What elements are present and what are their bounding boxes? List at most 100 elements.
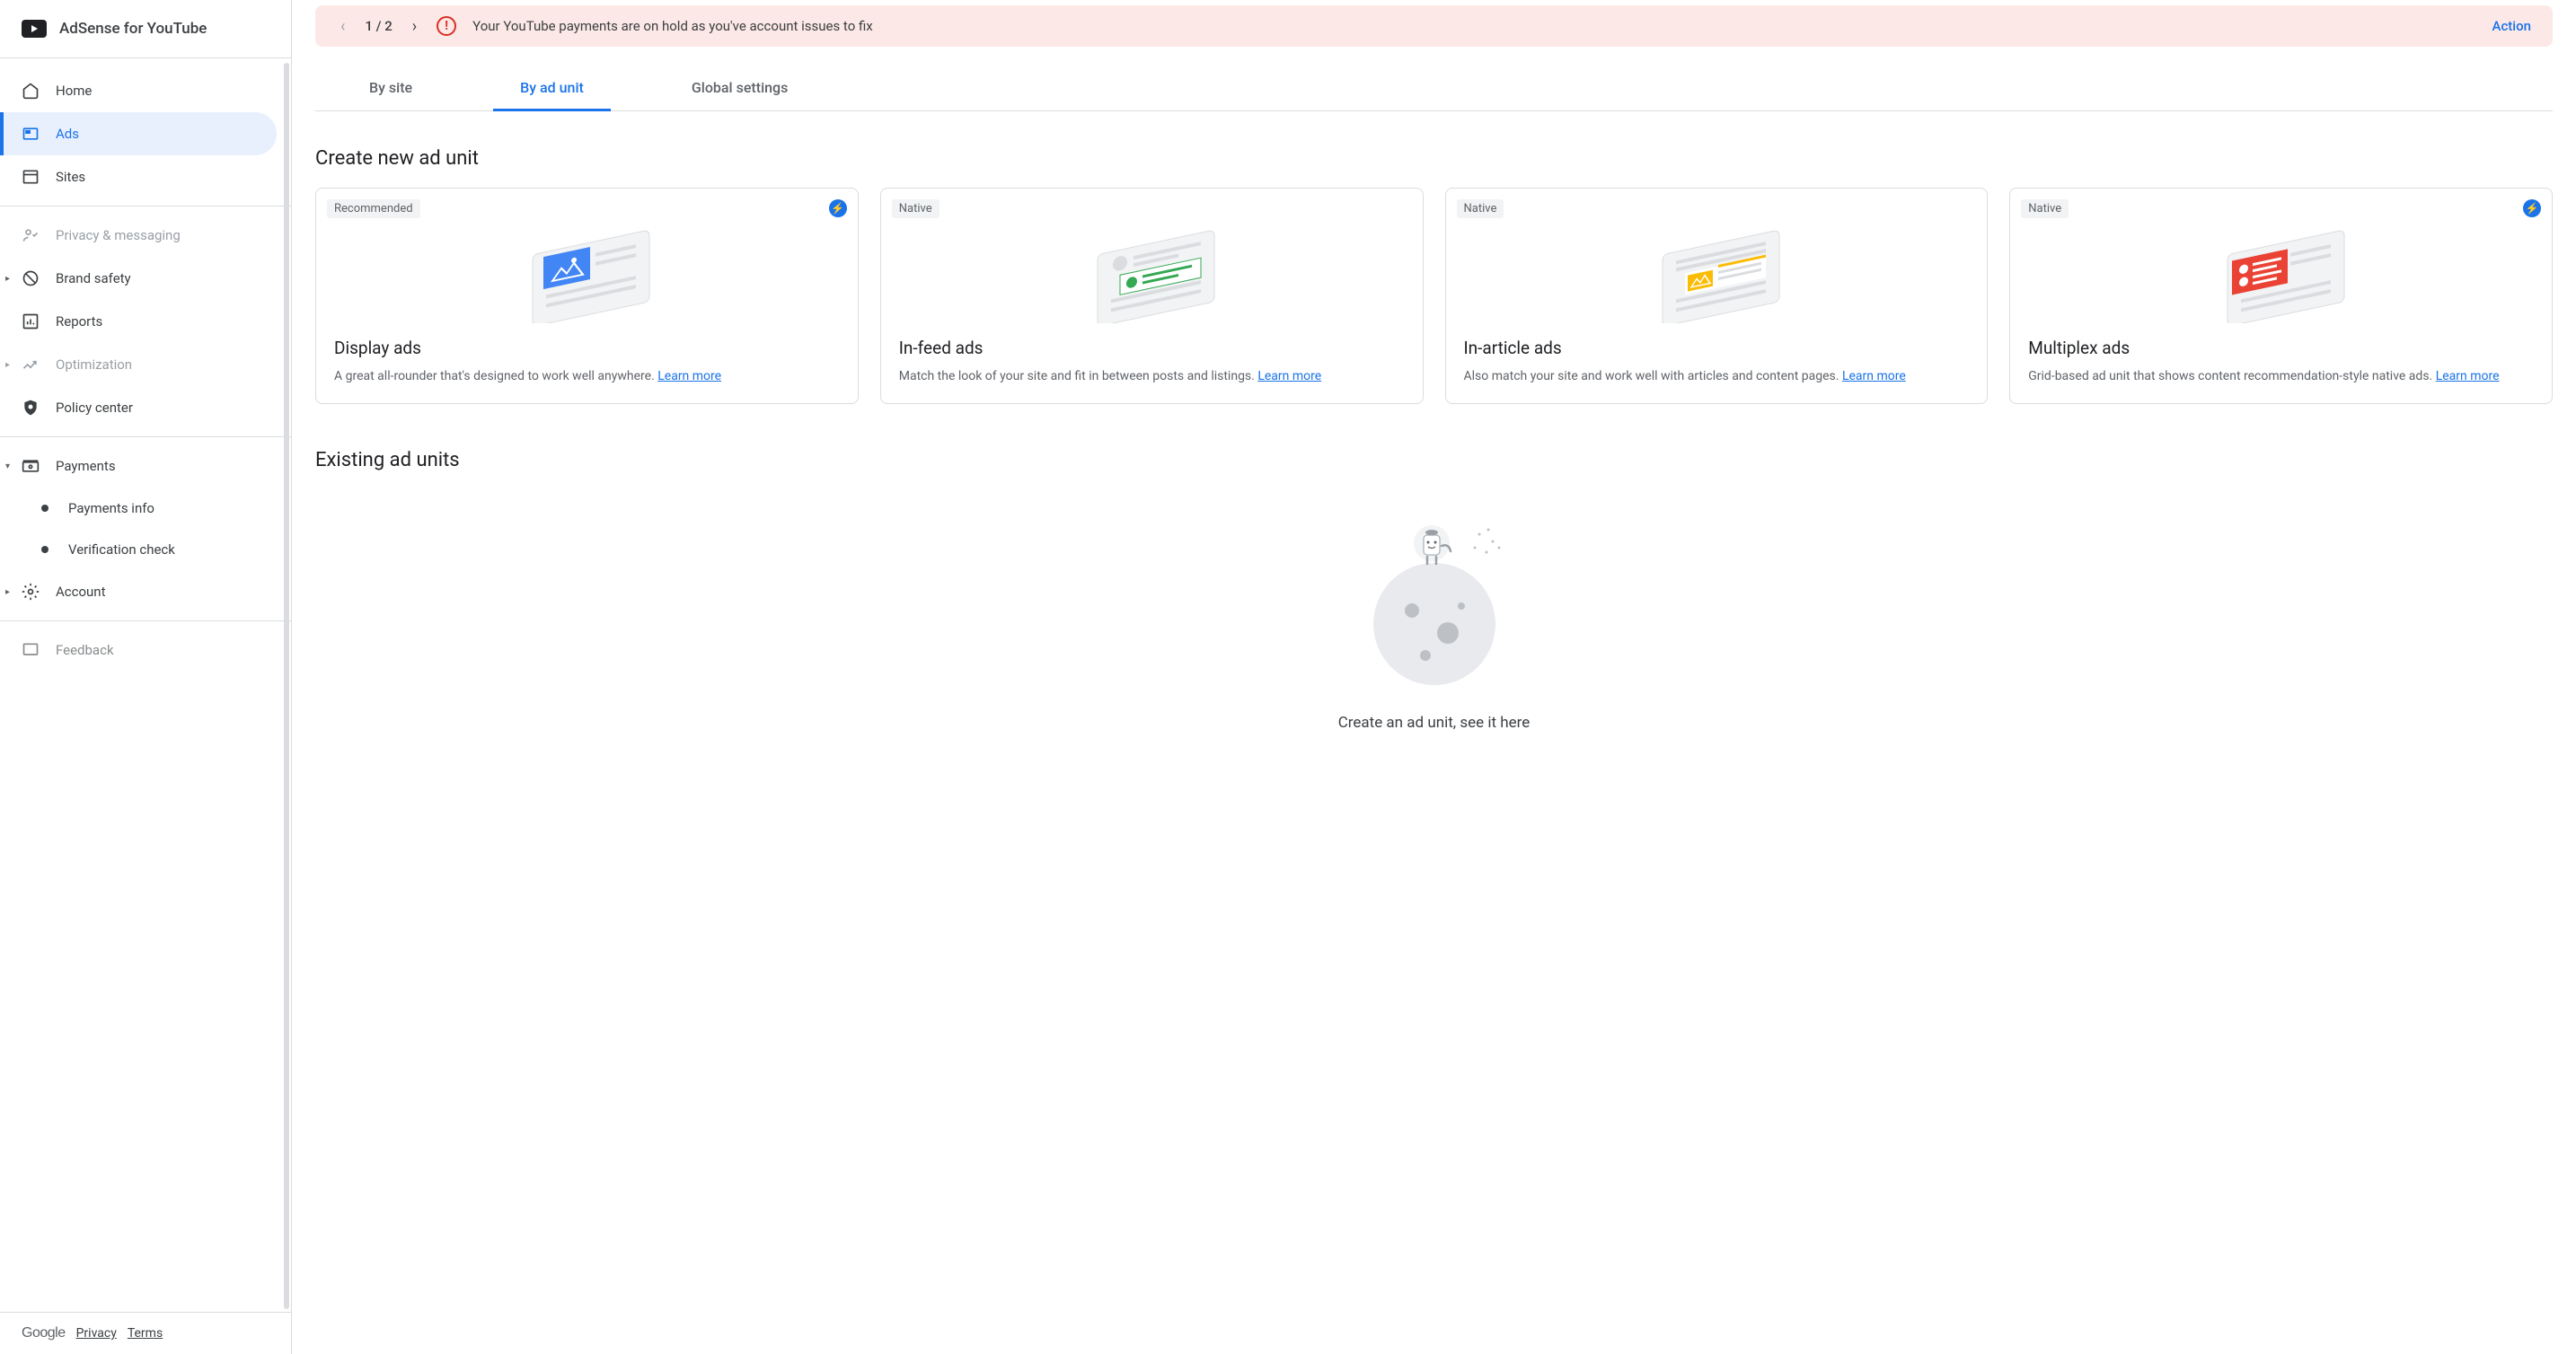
sidebar-item-reports[interactable]: Reports <box>0 300 291 343</box>
card-badge: Native <box>2021 199 2069 218</box>
caret-right-icon: ▸ <box>5 360 10 370</box>
create-section-title: Create new ad unit <box>315 147 2553 170</box>
sidebar-item-feedback[interactable]: Feedback <box>0 629 291 672</box>
sidebar-item-home[interactable]: Home <box>0 69 291 112</box>
card-multiplex-ads[interactable]: Native ⚡ Multiplex ads Grid-based ad uni… <box>2009 188 2553 404</box>
sidebar-item-label: Optimization <box>56 356 132 373</box>
sidebar-item-label: Home <box>56 83 92 99</box>
tabs: By site By ad unit Global settings <box>315 65 2553 111</box>
app-title: AdSense for YouTube <box>59 20 207 38</box>
learn-more-link[interactable]: Learn more <box>1257 369 1321 383</box>
card-desc: Match the look of your site and fit in b… <box>899 367 1405 385</box>
bullet-icon <box>41 505 49 512</box>
shield-icon <box>22 399 40 417</box>
card-title: In-article ads <box>1464 338 1970 358</box>
reports-icon <box>22 312 40 330</box>
sidebar-item-ads[interactable]: Ads <box>0 112 277 155</box>
ads-icon <box>22 125 40 143</box>
privacy-icon <box>22 226 40 244</box>
learn-more-link[interactable]: Learn more <box>2436 369 2500 383</box>
alert-banner: ‹ 1 / 2 › ! Your YouTube payments are on… <box>315 5 2553 47</box>
amp-icon: ⚡ <box>829 199 847 217</box>
caret-right-icon: ▸ <box>5 274 10 284</box>
sidebar-item-label: Feedback <box>56 642 114 658</box>
card-badge: Native <box>1457 199 1504 218</box>
sidebar-item-account[interactable]: ▸ Account <box>0 570 291 613</box>
sidebar-item-verification[interactable]: Verification check <box>0 529 291 570</box>
card-infeed-ads[interactable]: Native In-feed ads Match the look of you… <box>880 188 1424 404</box>
card-display-ads[interactable]: Recommended ⚡ Display ads A great all-ro… <box>315 188 859 404</box>
learn-more-link[interactable]: Learn more <box>1842 369 1906 383</box>
terms-link[interactable]: Terms <box>128 1326 163 1341</box>
sidebar-item-brand-safety[interactable]: ▸ Brand safety <box>0 257 291 300</box>
sidebar-item-payments-info[interactable]: Payments info <box>0 488 291 529</box>
feedback-icon <box>22 641 40 659</box>
card-desc: Also match your site and work well with … <box>1464 367 1970 385</box>
optimization-icon <box>22 356 40 374</box>
sidebar-item-optimization[interactable]: ▸ Optimization <box>0 343 291 386</box>
card-title: In-feed ads <box>899 338 1405 358</box>
sidebar-item-payments[interactable]: ▾ Payments <box>0 444 291 488</box>
card-desc: Grid-based ad unit that shows content re… <box>2028 367 2534 385</box>
ad-unit-cards: Recommended ⚡ Display ads A great all-ro… <box>315 188 2553 404</box>
sidebar-header: AdSense for YouTube <box>0 0 291 58</box>
sites-icon <box>22 168 40 186</box>
home-icon <box>22 82 40 100</box>
google-logo: Google <box>22 1325 66 1341</box>
card-illustration <box>1464 224 1970 323</box>
learn-more-link[interactable]: Learn more <box>657 369 721 383</box>
card-title: Display ads <box>334 338 840 358</box>
card-illustration <box>334 224 840 323</box>
sidebar-item-privacy[interactable]: Privacy & messaging <box>0 214 291 257</box>
sidebar-item-label: Account <box>56 584 106 600</box>
sidebar-item-policy[interactable]: Policy center <box>0 386 291 429</box>
sidebar-item-label: Reports <box>56 313 102 330</box>
alert-action-link[interactable]: Action <box>2492 18 2531 34</box>
divider <box>0 436 291 437</box>
sidebar-item-label: Ads <box>56 126 79 142</box>
youtube-logo-icon <box>22 20 47 38</box>
tab-by-site[interactable]: By site <box>369 65 412 110</box>
card-illustration <box>2028 224 2534 323</box>
alert-next-icon[interactable]: › <box>409 17 420 36</box>
caret-right-icon: ▸ <box>5 587 10 597</box>
sidebar-footer: Google Privacy Terms <box>0 1312 291 1354</box>
divider <box>0 620 291 621</box>
card-badge: Native <box>892 199 940 218</box>
sidebar-nav: Home Ads Sites Privacy & messaging ▸ Bra… <box>0 58 291 1312</box>
card-desc: A great all-rounder that's designed to w… <box>334 367 840 385</box>
sidebar-item-label: Brand safety <box>56 270 131 286</box>
amp-icon: ⚡ <box>2523 199 2541 217</box>
card-illustration <box>899 224 1405 323</box>
existing-section-title: Existing ad units <box>315 449 2553 471</box>
tab-global-settings[interactable]: Global settings <box>692 65 788 110</box>
tab-by-ad-unit[interactable]: By ad unit <box>520 65 584 110</box>
sidebar-item-sites[interactable]: Sites <box>0 155 291 198</box>
empty-state: Create an ad unit, see it here <box>315 489 2553 759</box>
sidebar-item-label: Verification check <box>68 541 175 558</box>
alert-prev-icon[interactable]: ‹ <box>337 17 348 36</box>
alert-message: Your YouTube payments are on hold as you… <box>472 18 2475 34</box>
card-inarticle-ads[interactable]: Native In-article ads Also match your si… <box>1445 188 1989 404</box>
payments-icon <box>22 457 40 475</box>
sidebar-item-label: Sites <box>56 169 85 185</box>
card-badge: Recommended <box>327 199 420 218</box>
card-title: Multiplex ads <box>2028 338 2534 358</box>
sidebar-item-label: Policy center <box>56 400 133 416</box>
scrollbar[interactable] <box>284 63 289 1309</box>
warning-icon: ! <box>437 16 456 36</box>
sidebar-item-label: Payments <box>56 458 116 474</box>
block-icon <box>22 269 40 287</box>
gear-icon <box>22 583 40 601</box>
divider <box>0 206 291 207</box>
privacy-link[interactable]: Privacy <box>76 1326 117 1341</box>
caret-down-icon: ▾ <box>5 462 10 471</box>
alert-pager: 1 / 2 <box>365 18 392 34</box>
main-content: ‹ 1 / 2 › ! Your YouTube payments are on… <box>292 0 2576 1354</box>
sidebar-item-label: Privacy & messaging <box>56 227 181 243</box>
sidebar: AdSense for YouTube Home Ads Sites Priva… <box>0 0 292 1354</box>
empty-illustration <box>1354 516 1515 687</box>
empty-text: Create an ad unit, see it here <box>315 714 2553 732</box>
bullet-icon <box>41 546 49 553</box>
sidebar-item-label: Payments info <box>68 500 154 516</box>
